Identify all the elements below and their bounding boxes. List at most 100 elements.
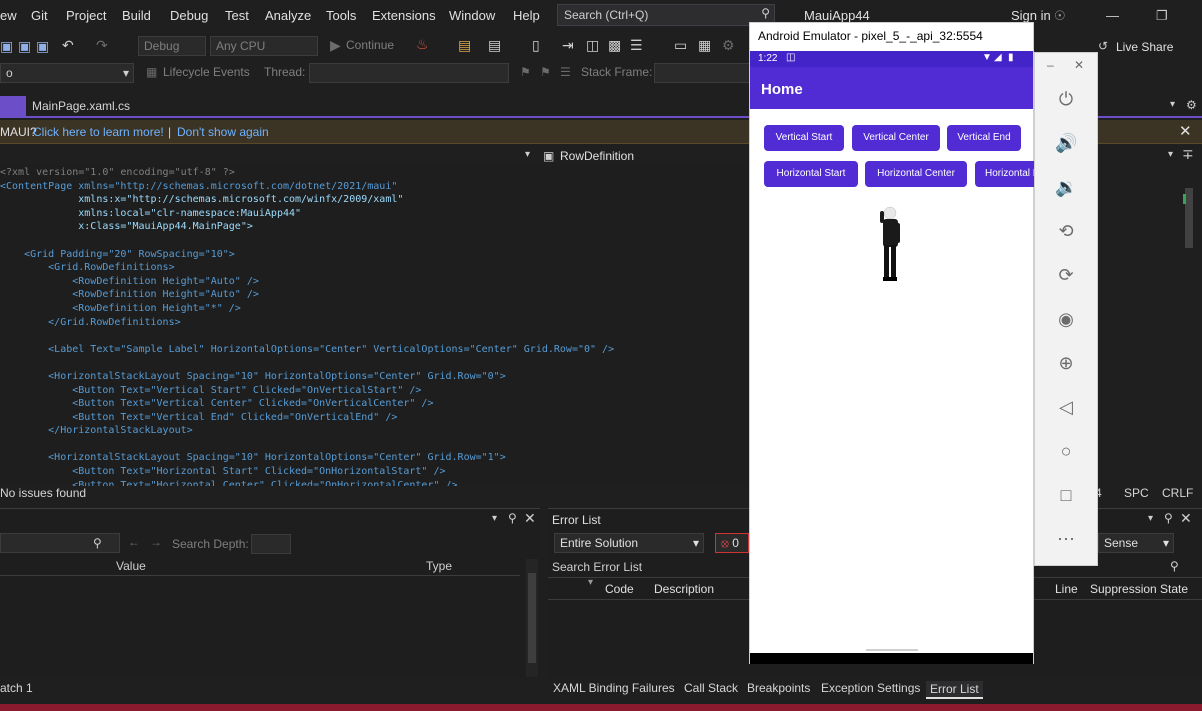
dont-show-link[interactable]: Don't show again bbox=[177, 125, 269, 139]
issues-status[interactable]: No issues found bbox=[0, 486, 86, 500]
thread-dropdown[interactable] bbox=[309, 63, 509, 83]
code-line[interactable]: </HorizontalStackLayout> bbox=[0, 424, 750, 438]
scrollbar-thumb[interactable] bbox=[528, 573, 536, 663]
tab-overflow-icon[interactable]: ▾ bbox=[1170, 99, 1175, 110]
menu-tools[interactable]: Tools bbox=[326, 8, 356, 23]
horizontal-start-button[interactable]: Horizontal Start bbox=[764, 161, 858, 187]
code-line[interactable]: x:Class="MauiApp44.MainPage"> bbox=[0, 220, 750, 234]
hot-reload-icon[interactable]: ♨ bbox=[416, 36, 429, 53]
menu-extensions[interactable]: Extensions bbox=[372, 8, 436, 23]
errors-filter-button[interactable]: ⦻ 0 bbox=[715, 533, 749, 553]
terminal-icon[interactable]: ▩ bbox=[608, 37, 621, 54]
pin-icon[interactable]: ⚲ bbox=[508, 511, 517, 525]
home-icon[interactable]: ○ bbox=[1055, 440, 1077, 462]
close-icon[interactable]: ✕ bbox=[524, 510, 536, 527]
tab-watch[interactable]: atch 1 bbox=[0, 681, 33, 695]
code-line[interactable]: <ContentPage xmlns="http://schemas.micro… bbox=[0, 180, 750, 194]
folder-icon[interactable]: ▤ bbox=[458, 37, 471, 54]
code-line[interactable]: <RowDefinition Height="*" /> bbox=[0, 302, 750, 316]
undo-icon[interactable]: ↶ bbox=[62, 37, 74, 54]
vertical-start-button[interactable]: Vertical Start bbox=[764, 125, 844, 151]
code-line[interactable]: xmlns:local="clr-namespace:MauiApp44" bbox=[0, 207, 750, 221]
menu-help[interactable]: Help bbox=[513, 8, 540, 23]
watch-scrollbar[interactable] bbox=[526, 559, 538, 677]
tab-exception-settings[interactable]: Exception Settings bbox=[821, 681, 920, 695]
tab-call-stack[interactable]: Call Stack bbox=[684, 681, 738, 695]
element-selector[interactable]: RowDefinition bbox=[560, 149, 634, 163]
format-icon[interactable]: ☰ bbox=[630, 37, 643, 54]
menu-project[interactable]: Project bbox=[66, 8, 106, 23]
menu-git[interactable]: Git bbox=[31, 8, 48, 23]
stack-frame-dropdown[interactable] bbox=[654, 63, 750, 83]
minimize-icon[interactable]: – bbox=[1047, 58, 1054, 72]
volume-down-icon[interactable]: 🔉 bbox=[1055, 176, 1077, 198]
watch-search-input[interactable]: ⚲ bbox=[0, 533, 120, 553]
chevron-down-icon[interactable]: ▾ bbox=[1168, 149, 1173, 160]
redo-icon[interactable]: ↷ bbox=[96, 37, 108, 54]
filter-icon[interactable]: ⚑ bbox=[540, 65, 551, 79]
col-line[interactable]: Line bbox=[1055, 582, 1078, 596]
code-line[interactable]: <Button Text="Vertical End" Clicked="OnV… bbox=[0, 411, 750, 425]
search-depth-dropdown[interactable] bbox=[251, 534, 291, 554]
close-icon[interactable]: ✕ bbox=[1179, 122, 1192, 140]
menu-view[interactable]: ew bbox=[0, 8, 17, 23]
sort-icon[interactable]: ▾ bbox=[588, 577, 593, 588]
flag-icon[interactable]: ⚑ bbox=[520, 65, 531, 79]
code-line[interactable]: <HorizontalStackLayout Spacing="10" Hori… bbox=[0, 451, 750, 465]
menu-analyze[interactable]: Analyze bbox=[265, 8, 311, 23]
scope-dropdown[interactable]: Entire Solution ▾ bbox=[554, 533, 704, 553]
build-intellisense-dropdown[interactable]: Sense ▾ bbox=[1098, 533, 1174, 553]
horizontal-center-button[interactable]: Horizontal Center bbox=[865, 161, 967, 187]
search-input[interactable]: Search (Ctrl+Q) ⚲ bbox=[557, 4, 775, 26]
tab-error-list[interactable]: Error List bbox=[926, 681, 983, 699]
process-dropdown[interactable]: o ▾ bbox=[0, 63, 134, 83]
col-value[interactable]: Value bbox=[116, 559, 146, 573]
code-editor[interactable]: <?xml version="1.0" encoding="utf-8" ?> <… bbox=[0, 166, 750, 486]
gesture-bar[interactable] bbox=[750, 649, 1033, 664]
active-tab[interactable] bbox=[0, 96, 26, 116]
profile-icon[interactable]: ☉ bbox=[1054, 8, 1066, 24]
code-line[interactable]: <Grid.RowDefinitions> bbox=[0, 261, 750, 275]
code-line[interactable] bbox=[0, 329, 750, 343]
zoom-icon[interactable]: ⊕ bbox=[1055, 352, 1077, 374]
chevron-down-icon[interactable]: ▾ bbox=[492, 513, 497, 524]
code-line[interactable]: <?xml version="1.0" encoding="utf-8" ?> bbox=[0, 166, 750, 180]
attach-icon[interactable]: ◫ bbox=[586, 37, 599, 54]
platform-dropdown[interactable]: Any CPU bbox=[210, 36, 318, 56]
menu-debug[interactable]: Debug bbox=[170, 8, 208, 23]
col-suppression-state[interactable]: Suppression State bbox=[1090, 582, 1188, 596]
code-line[interactable]: <Button Text="Vertical Center" Clicked="… bbox=[0, 397, 750, 411]
vertical-end-button[interactable]: Vertical End bbox=[947, 125, 1021, 151]
step-icon[interactable]: ⇥ bbox=[562, 37, 574, 54]
device-icon[interactable]: ▯ bbox=[532, 37, 540, 54]
close-icon[interactable]: ✕ bbox=[1180, 510, 1192, 527]
more-icon[interactable]: ⋯ bbox=[1055, 528, 1077, 550]
code-line[interactable]: <Grid Padding="20" RowSpacing="10"> bbox=[0, 248, 750, 262]
scrollbar-thumb[interactable] bbox=[1185, 188, 1193, 248]
lifecycle-events-button[interactable]: Lifecycle Events bbox=[163, 65, 250, 79]
gear-icon[interactable]: ⚙ bbox=[1186, 98, 1197, 112]
code-line[interactable] bbox=[0, 234, 750, 248]
spc-indicator[interactable]: SPC bbox=[1124, 486, 1149, 500]
restore-icon[interactable]: ❐ bbox=[1156, 8, 1168, 24]
tab-mainpage-cs[interactable]: MainPage.xaml.cs bbox=[32, 99, 130, 113]
code-line[interactable]: <Button Text="Horizontal Center" Clicked… bbox=[0, 479, 750, 486]
settings-icon[interactable]: ⚙ bbox=[722, 37, 735, 54]
layout-icon[interactable]: ▦ bbox=[698, 37, 711, 54]
menu-window[interactable]: Window bbox=[449, 8, 495, 23]
close-icon[interactable]: ✕ bbox=[1074, 58, 1084, 72]
code-line[interactable]: </Grid.RowDefinitions> bbox=[0, 316, 750, 330]
code-line[interactable]: <Button Text="Horizontal Start" Clicked=… bbox=[0, 465, 750, 479]
chevron-down-icon[interactable]: ▾ bbox=[1148, 513, 1153, 524]
vertical-center-button[interactable]: Vertical Center bbox=[852, 125, 940, 151]
code-line[interactable]: <RowDefinition Height="Auto" /> bbox=[0, 275, 750, 289]
tab-xaml-binding-failures[interactable]: XAML Binding Failures bbox=[553, 681, 675, 695]
chevron-down-icon[interactable]: ▾ bbox=[525, 149, 530, 160]
code-line[interactable]: <Button Text="Vertical Start" Clicked="O… bbox=[0, 384, 750, 398]
continue-button[interactable]: Continue bbox=[346, 38, 394, 52]
save-all-icon[interactable]: ▣ bbox=[36, 38, 49, 55]
menu-build[interactable]: Build bbox=[122, 8, 151, 23]
col-description[interactable]: Description bbox=[654, 582, 714, 596]
col-type[interactable]: Type bbox=[426, 559, 452, 573]
power-icon[interactable]: ⏻ bbox=[1055, 88, 1077, 110]
